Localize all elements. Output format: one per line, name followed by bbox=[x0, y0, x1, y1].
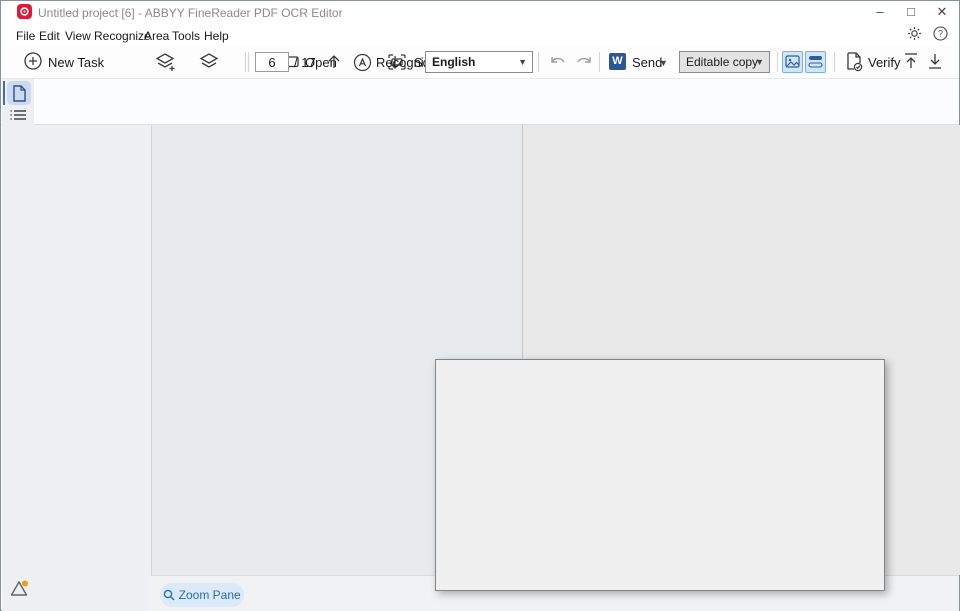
svg-text:?: ? bbox=[938, 29, 943, 39]
